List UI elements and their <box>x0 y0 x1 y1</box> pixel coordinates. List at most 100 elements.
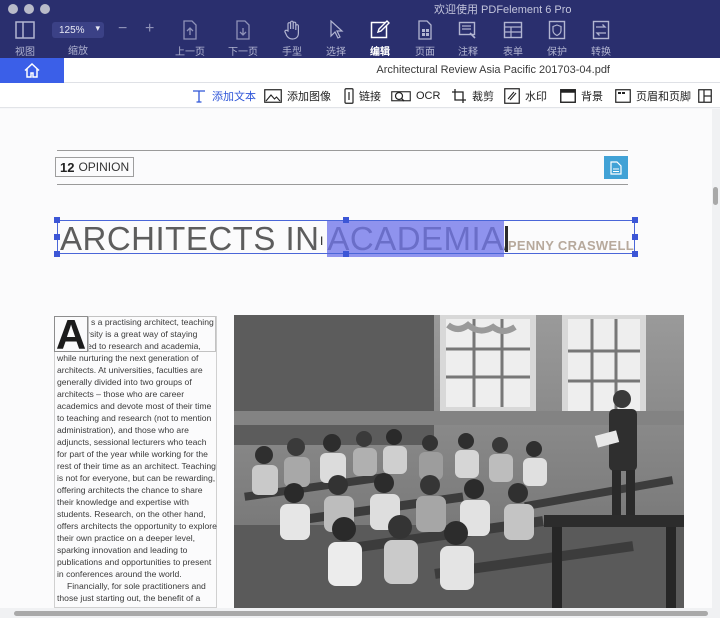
protect-label: 保护 <box>547 47 567 58</box>
edit-ribbon: 添加文本 添加图像 链接 OCR 裁剪 水印 背景 页眉和页脚 <box>0 83 720 108</box>
resize-handle-bottom-right[interactable] <box>632 251 638 257</box>
header-footer-label: 页眉和页脚 <box>636 91 691 103</box>
text-cursor-icon <box>193 90 205 103</box>
layout-icon <box>698 89 712 103</box>
hand-label: 手型 <box>282 47 302 58</box>
minimize-window-button[interactable] <box>24 4 34 14</box>
prev-page-label: 上一页 <box>175 47 205 58</box>
zoom-in-button[interactable]: + <box>145 20 154 38</box>
add-image-button[interactable]: 添加图像 <box>264 88 331 104</box>
document-icon <box>610 160 622 175</box>
header-footer-button[interactable]: 页眉和页脚 <box>615 88 691 104</box>
zoom-value: 125% <box>59 24 85 36</box>
hand-tool-button[interactable]: 手型 <box>272 20 312 58</box>
background-button[interactable]: 背景 <box>560 88 603 104</box>
horizontal-scroll-thumb[interactable] <box>14 611 708 616</box>
view-button[interactable]: 视图 <box>5 20 45 58</box>
body-text[interactable]: s a practising architect, teaching at un… <box>57 316 217 604</box>
comment-label: 注释 <box>458 47 478 58</box>
zoom-label: 缩放 <box>68 46 88 57</box>
more-ribbon-button[interactable] <box>698 88 712 104</box>
prev-page-icon <box>170 20 210 40</box>
view-icon <box>5 20 45 40</box>
page-edit-badge[interactable] <box>604 156 628 179</box>
select-label: 选择 <box>326 47 346 58</box>
resize-handle-bottom[interactable] <box>343 251 349 257</box>
zoom-select[interactable]: 125% ▾ <box>52 22 104 38</box>
bottom-rule <box>57 184 628 185</box>
next-page-button[interactable]: 下一页 <box>223 20 263 58</box>
resize-handle-top[interactable] <box>343 217 349 223</box>
page-label: 页面 <box>415 47 435 58</box>
photo-illustration <box>234 315 684 608</box>
section-label[interactable]: 12 OPINION <box>55 157 135 177</box>
page-icon <box>405 20 445 40</box>
resize-handle-top-left[interactable] <box>54 217 60 223</box>
body-paragraph-2: Financially, for sole practitioners and … <box>57 581 206 603</box>
home-icon <box>24 63 40 78</box>
top-rule <box>57 150 628 151</box>
document-filename[interactable]: Architectural Review Asia Pacific 201703… <box>376 64 610 76</box>
crop-label: 裁剪 <box>472 91 494 103</box>
convert-tool-button[interactable]: 转换 <box>581 20 621 58</box>
crop-button[interactable]: 裁剪 <box>451 88 494 104</box>
edit-tool-button[interactable]: 编辑 <box>360 20 400 58</box>
resize-handle-top-right[interactable] <box>632 217 638 223</box>
header-footer-icon <box>615 89 631 103</box>
ocr-icon <box>391 91 411 102</box>
edit-icon <box>360 20 400 40</box>
background-icon <box>560 89 576 103</box>
prev-page-button[interactable]: 上一页 <box>170 20 210 58</box>
window-controls <box>8 4 50 14</box>
comment-tool-button[interactable]: 注释 <box>448 20 488 58</box>
protect-tool-button[interactable]: 保护 <box>537 20 577 58</box>
window-title: 欢迎使用 PDFelement 6 Pro <box>434 4 572 16</box>
text-selection-box[interactable] <box>54 217 638 257</box>
chevron-down-icon: ▾ <box>95 23 100 33</box>
comment-icon <box>448 20 488 40</box>
edit-label: 编辑 <box>370 47 390 58</box>
horizontal-scrollbar[interactable] <box>0 608 720 618</box>
add-text-button[interactable]: 添加文本 <box>191 88 256 104</box>
document-tab-bar: Architectural Review Asia Pacific 201703… <box>0 58 720 83</box>
ocr-button[interactable]: OCR <box>391 88 440 104</box>
main-toolbar: 欢迎使用 PDFelement 6 Pro 视图 125% ▾ 缩放 − + 上… <box>0 0 720 58</box>
link-icon <box>344 88 354 104</box>
watermark-label: 水印 <box>525 91 547 103</box>
drop-cap-line-frame <box>88 316 216 352</box>
shield-icon <box>537 20 577 40</box>
maximize-window-button[interactable] <box>40 4 50 14</box>
zoom-out-button[interactable]: − <box>118 20 127 38</box>
classroom-photo[interactable] <box>234 315 684 608</box>
vertical-scrollbar[interactable] <box>712 109 720 608</box>
home-button[interactable] <box>0 58 64 83</box>
link-label: 链接 <box>359 91 381 103</box>
select-tool-button[interactable]: 选择 <box>316 20 356 58</box>
watermark-button[interactable]: 水印 <box>504 88 547 104</box>
resize-handle-left[interactable] <box>54 234 60 240</box>
form-tool-button[interactable]: 表单 <box>493 20 533 58</box>
link-button[interactable]: 链接 <box>344 88 381 104</box>
next-page-icon <box>223 20 263 40</box>
close-window-button[interactable] <box>8 4 18 14</box>
next-page-label: 下一页 <box>228 47 258 58</box>
hand-icon <box>272 20 312 40</box>
add-text-label: 添加文本 <box>212 91 256 103</box>
vertical-scroll-thumb[interactable] <box>713 187 718 205</box>
page-tool-button[interactable]: 页面 <box>405 20 445 58</box>
watermark-icon <box>504 88 520 104</box>
view-label: 视图 <box>15 47 35 58</box>
select-cursor-icon <box>316 20 356 40</box>
ocr-label: OCR <box>416 90 441 102</box>
image-icon <box>264 89 282 103</box>
crop-icon <box>452 89 466 103</box>
pdf-page: 12 OPINION ARCHITECTS IN ACADEMIA /PENNY… <box>0 109 712 608</box>
resize-handle-right[interactable] <box>632 234 638 240</box>
drop-cap[interactable]: A <box>54 314 88 356</box>
resize-handle-bottom-left[interactable] <box>54 251 60 257</box>
form-label: 表单 <box>503 47 523 58</box>
add-image-label: 添加图像 <box>287 91 331 103</box>
section-name: OPINION <box>78 160 130 174</box>
convert-icon <box>581 20 621 40</box>
form-icon <box>493 20 533 40</box>
